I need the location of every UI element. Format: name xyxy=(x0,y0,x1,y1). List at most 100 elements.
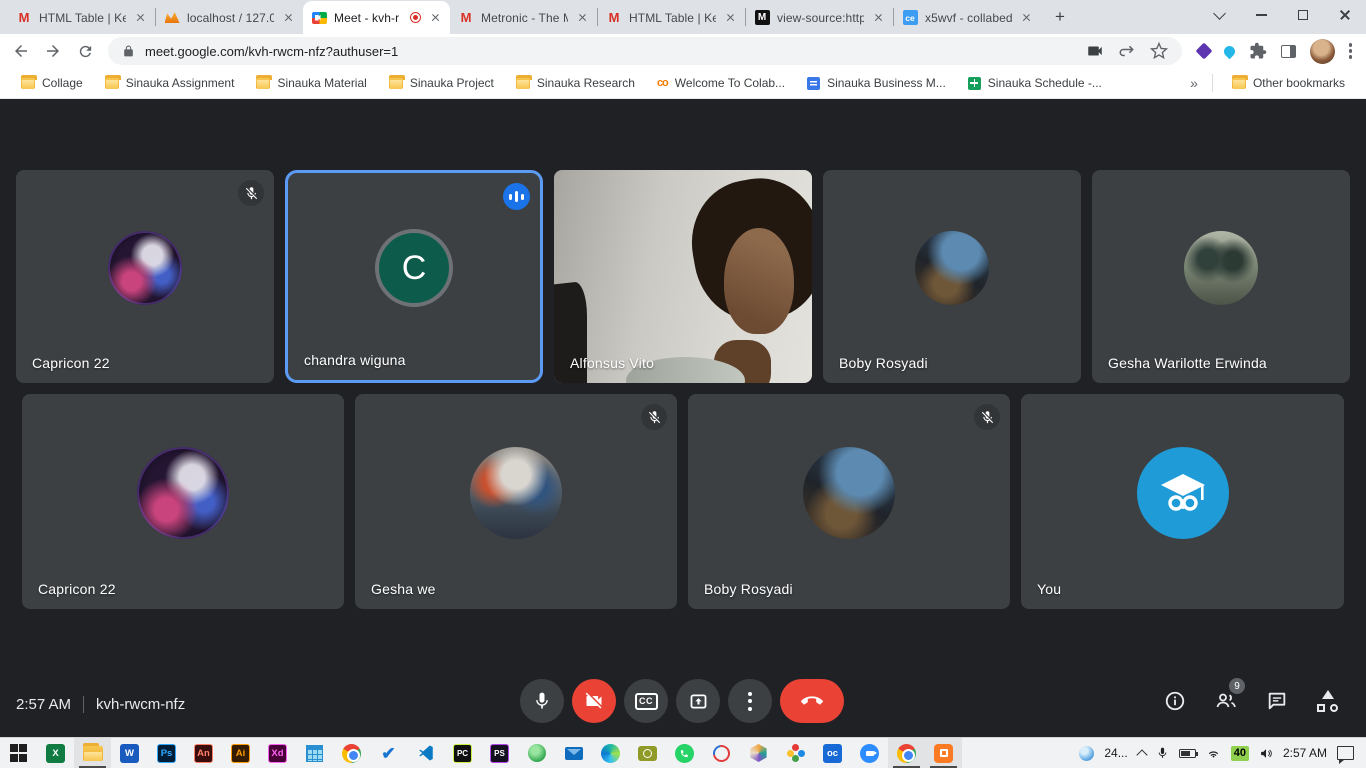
chat-button[interactable] xyxy=(1265,689,1289,713)
extensions-puzzle-icon[interactable] xyxy=(1249,42,1267,60)
taskbar-clock[interactable]: 2:57 AM xyxy=(1283,746,1327,760)
reload-button[interactable] xyxy=(70,36,100,66)
present-button[interactable] xyxy=(676,679,720,723)
tab-collabedit[interactable]: ce x5wvf - collabedi xyxy=(894,1,1041,34)
tab-metronic[interactable]: M Metronic - The M xyxy=(450,1,597,34)
forward-button[interactable] xyxy=(38,36,68,66)
weather-icon[interactable] xyxy=(1079,746,1094,761)
taskbar-excel[interactable]: X xyxy=(37,738,74,768)
avatar xyxy=(470,447,562,539)
taskbar-opencart[interactable]: oc xyxy=(814,738,851,768)
start-button[interactable] xyxy=(0,738,37,768)
bookmark-sinauka-business[interactable]: Sinauka Business M... xyxy=(796,71,957,95)
bookmark-star-icon[interactable] xyxy=(1150,42,1168,60)
tab-view-source[interactable]: M view-source:http xyxy=(746,1,893,34)
taskbar-red-app[interactable] xyxy=(703,738,740,768)
taskbar-check-app[interactable]: ✔ xyxy=(370,738,407,768)
window-maximize-button[interactable] xyxy=(1282,0,1324,30)
tab-meet-active[interactable]: Meet - kvh-r xyxy=(303,1,450,34)
taskbar-mail[interactable] xyxy=(555,738,592,768)
extension-diamond-icon[interactable] xyxy=(1195,43,1212,60)
bookmark-sinauka-schedule[interactable]: Sinauka Schedule -... xyxy=(957,71,1113,95)
volume-icon[interactable] xyxy=(1259,747,1273,760)
taskbar-illustrator[interactable]: Ai xyxy=(222,738,259,768)
taskbar-chrome-2[interactable] xyxy=(888,738,925,768)
taskbar-photoshop[interactable]: Ps xyxy=(148,738,185,768)
bookmarks-overflow-chevron[interactable]: » xyxy=(1184,75,1204,91)
taskbar-hexagon-app[interactable] xyxy=(740,738,777,768)
participant-tile-chandra[interactable]: C chandra wiguna xyxy=(285,170,543,383)
extension-drop-icon[interactable] xyxy=(1221,43,1237,59)
participant-tile-alfonsus[interactable]: Alfonsus Vito xyxy=(554,170,812,383)
bookmark-welcome-colab[interactable]: co Welcome To Colab... xyxy=(646,71,796,95)
browser-menu-icon[interactable] xyxy=(1349,43,1353,59)
tab-close-icon[interactable] xyxy=(575,11,589,25)
captions-button[interactable]: CC xyxy=(624,679,668,723)
show-people-button[interactable]: 9 xyxy=(1214,689,1238,713)
taskbar-vscode[interactable] xyxy=(407,738,444,768)
battery-icon[interactable] xyxy=(1179,749,1196,758)
bookmark-sinauka-assignment[interactable]: Sinauka Assignment xyxy=(94,71,246,95)
tab-close-icon[interactable] xyxy=(133,11,147,25)
participant-tile-capricon22-2[interactable]: Capricon 22 xyxy=(22,394,344,609)
more-options-button[interactable] xyxy=(728,679,772,723)
taskbar-xd[interactable]: Xd xyxy=(259,738,296,768)
wifi-icon[interactable] xyxy=(1206,747,1221,759)
leave-call-button[interactable] xyxy=(780,679,844,723)
profile-avatar[interactable] xyxy=(1310,39,1335,64)
taskbar-zoom[interactable] xyxy=(851,738,888,768)
meeting-details-button[interactable] xyxy=(1163,689,1187,713)
bookmark-collage[interactable]: Collage xyxy=(10,71,94,95)
taskbar-calendar[interactable] xyxy=(296,738,333,768)
camera-off-button[interactable] xyxy=(572,679,616,723)
edge-icon xyxy=(601,744,620,763)
participant-tile-boby[interactable]: Boby Rosyadi xyxy=(823,170,1081,383)
participant-tile-gesha-we[interactable]: Gesha we xyxy=(355,394,677,609)
tab-localhost[interactable]: localhost / 127.0. xyxy=(156,1,303,34)
tab-close-icon[interactable] xyxy=(281,11,295,25)
hidden-icons-chevron[interactable] xyxy=(1136,749,1147,760)
side-panel-icon[interactable] xyxy=(1281,45,1296,58)
other-bookmarks-folder[interactable]: Other bookmarks xyxy=(1221,71,1356,95)
taskbar-pycharm[interactable]: PC xyxy=(444,738,481,768)
tab-search-chevron-icon[interactable] xyxy=(1198,0,1240,30)
taskbar-phpstorm[interactable]: PS xyxy=(481,738,518,768)
participant-tile-boby-2[interactable]: Boby Rosyadi xyxy=(688,394,1010,609)
address-bar[interactable]: meet.google.com/kvh-rwcm-nfz?authuser=1 xyxy=(108,37,1182,65)
taskbar-edge[interactable] xyxy=(592,738,629,768)
taskbar-screenshot-app[interactable] xyxy=(629,738,666,768)
taskbar-chrome[interactable] xyxy=(333,738,370,768)
microphone-button[interactable] xyxy=(520,679,564,723)
share-icon[interactable] xyxy=(1118,42,1136,60)
window-close-button[interactable] xyxy=(1324,0,1366,30)
bookmark-sinauka-material[interactable]: Sinauka Material xyxy=(245,71,377,95)
participant-tile-you[interactable]: You xyxy=(1021,394,1344,609)
tab-close-icon[interactable] xyxy=(723,11,737,25)
tab-html-table-1[interactable]: M HTML Table | Kee xyxy=(8,1,155,34)
new-tab-button[interactable]: + xyxy=(1047,4,1073,30)
window-minimize-button[interactable] xyxy=(1240,0,1282,30)
bookmark-sinauka-project[interactable]: Sinauka Project xyxy=(378,71,505,95)
back-button[interactable] xyxy=(6,36,36,66)
tab-close-icon[interactable] xyxy=(871,11,885,25)
activities-button[interactable] xyxy=(1316,689,1340,713)
taskbar-file-explorer[interactable] xyxy=(74,738,111,768)
taskbar-whatsapp[interactable] xyxy=(666,738,703,768)
tab-close-icon[interactable] xyxy=(1019,11,1033,25)
participant-tile-capricon22[interactable]: Capricon 22 xyxy=(16,170,274,383)
action-center-icon[interactable] xyxy=(1337,746,1354,760)
temperature-text[interactable]: 24... xyxy=(1104,746,1127,760)
taskbar-xampp[interactable] xyxy=(925,738,962,768)
tab-html-table-2[interactable]: M HTML Table | Kee xyxy=(598,1,745,34)
bookmark-sinauka-research[interactable]: Sinauka Research xyxy=(505,71,646,95)
tray-mic-icon[interactable] xyxy=(1156,746,1169,760)
tab-close-icon[interactable] xyxy=(428,11,442,25)
taskbar-animate[interactable]: An xyxy=(185,738,222,768)
camera-in-use-icon[interactable] xyxy=(1086,42,1104,60)
taskbar-word[interactable]: W xyxy=(111,738,148,768)
battery-percent-badge[interactable]: 40 xyxy=(1231,746,1249,761)
taskbar-flower-app[interactable] xyxy=(777,738,814,768)
participant-tile-gesha-w[interactable]: Gesha Warilotte Erwinda xyxy=(1092,170,1350,383)
browser-toolbar: meet.google.com/kvh-rwcm-nfz?authuser=1 xyxy=(0,34,1366,68)
taskbar-green-app[interactable] xyxy=(518,738,555,768)
